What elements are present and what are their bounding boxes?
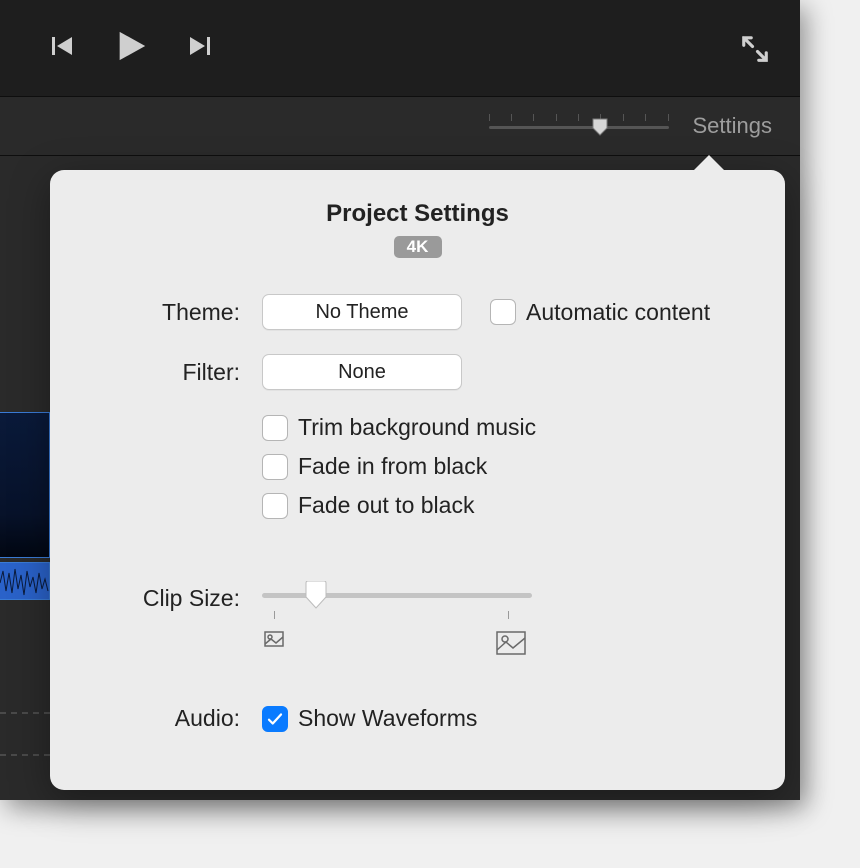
large-thumbnail-icon [496,631,526,655]
theme-label: Theme: [80,299,240,326]
audio-label: Audio: [80,705,240,732]
fade-out-checkbox[interactable] [262,493,288,519]
filter-label: Filter: [80,359,240,386]
playback-toolbar [0,0,800,96]
popover-caret [693,155,725,171]
project-settings-popover: Project Settings 4K Theme: No Theme Auto… [50,170,785,790]
clip-size-slider-thumb[interactable] [304,581,328,609]
clip-size-label: Clip Size: [80,583,240,612]
video-clip-thumbnail[interactable] [0,412,50,558]
fade-in-checkbox[interactable] [262,454,288,480]
track-placeholder [0,712,50,756]
fade-in-label: Fade in from black [298,453,487,480]
trim-background-music-checkbox[interactable] [262,415,288,441]
fade-out-label: Fade out to black [298,492,474,519]
settings-button[interactable]: Settings [693,113,773,139]
show-waveforms-checkbox[interactable] [262,706,288,732]
resolution-badge: 4K [394,236,442,258]
trim-background-music-label: Trim background music [298,414,536,441]
skip-forward-icon[interactable] [188,34,212,63]
playback-controls [50,29,212,68]
zoom-slider-thumb[interactable] [592,118,608,136]
automatic-content-checkbox[interactable] [490,299,516,325]
automatic-content-label: Automatic content [526,299,710,326]
skip-back-icon[interactable] [50,34,74,63]
timeline-subbar: Settings [0,96,800,156]
theme-select[interactable]: No Theme [262,294,462,330]
popover-title: Project Settings [80,200,755,228]
audio-clip-waveform[interactable] [0,562,50,600]
clip-size-slider[interactable] [262,583,532,663]
app-window: Settings Project Settings 4K Theme: No T… [0,0,800,800]
zoom-slider[interactable] [489,114,669,138]
filter-select[interactable]: None [262,354,462,390]
show-waveforms-label: Show Waveforms [298,705,477,732]
expand-icon[interactable] [740,34,770,69]
play-icon[interactable] [114,29,148,68]
small-thumbnail-icon [264,631,284,647]
